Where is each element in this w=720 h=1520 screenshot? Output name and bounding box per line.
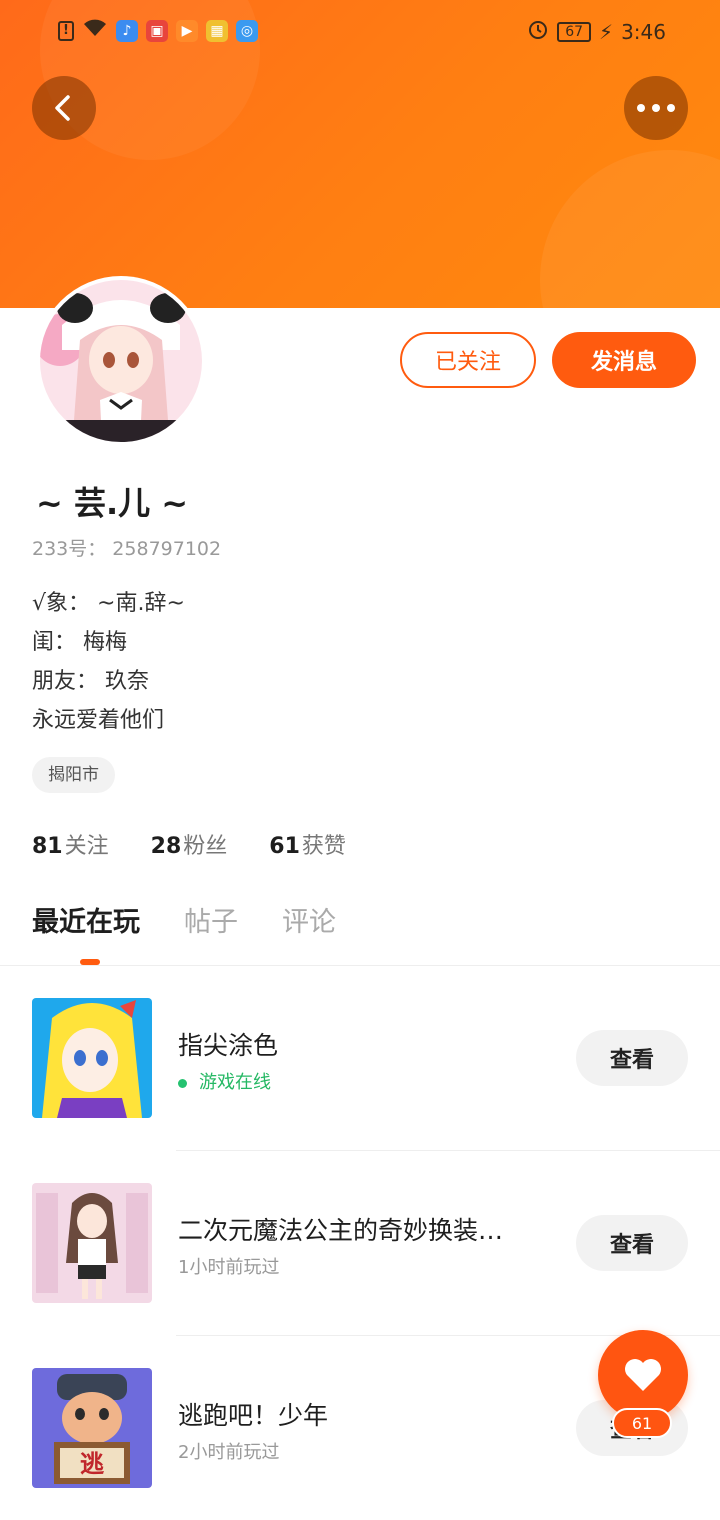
list-item[interactable]: 指尖涂色 游戏在线 查看: [0, 998, 720, 1118]
stat-number: 61: [269, 834, 300, 859]
divider: [0, 965, 720, 966]
game-title: 逃跑吧！少年: [178, 1401, 329, 1430]
bio-line: √象： ~南.辞~: [32, 591, 185, 616]
location-tag: 揭阳市: [32, 757, 115, 793]
list-item[interactable]: 二次元魔法公主的奇妙换装… 1小时前玩过 查看: [0, 1183, 720, 1303]
bio-line: 朋友： 玖奈: [32, 669, 149, 694]
avatar[interactable]: [36, 276, 206, 446]
divider: [176, 1150, 720, 1151]
tab-posts[interactable]: 帖子: [184, 900, 238, 939]
view-button[interactable]: 查看: [576, 1215, 688, 1271]
last-played-text: 2小时前玩过: [178, 1442, 280, 1463]
last-played-text: 1小时前玩过: [178, 1257, 280, 1278]
profile-bio: √象： ~南.辞~ 闺： 梅梅 朋友： 玖奈 永远爱着他们: [32, 584, 185, 740]
game-status: 游戏在线: [178, 1068, 271, 1094]
bio-line: 永远爱着他们: [32, 708, 165, 733]
charging-icon: ⚡: [599, 19, 614, 44]
stat-label: 获赞: [301, 834, 346, 859]
game-sign-text: 逃: [80, 1450, 104, 1478]
stat-label: 关注: [64, 834, 109, 859]
more-options-button[interactable]: [624, 76, 688, 140]
online-dot-icon: [178, 1078, 187, 1088]
profile-tabs: 最近在玩 帖子 评论: [32, 900, 336, 939]
back-button[interactable]: [32, 76, 96, 140]
followed-button[interactable]: 已关注: [400, 332, 536, 388]
stat-likes[interactable]: 61获赞: [269, 828, 346, 860]
stat-fans[interactable]: 28粉丝: [151, 828, 228, 860]
send-message-button[interactable]: 发消息: [552, 332, 696, 388]
like-count-badge: 61: [612, 1408, 672, 1438]
music-app-icon: ♪: [116, 19, 138, 42]
game-thumbnail: [32, 1183, 152, 1303]
browser-app-icon: ◎: [236, 19, 258, 42]
bio-line: 闺： 梅梅: [32, 630, 127, 655]
tab-recent-playing[interactable]: 最近在玩: [32, 900, 140, 939]
stat-number: 28: [150, 834, 182, 859]
alarm-icon: [527, 18, 549, 45]
status-bar: ! ♪ ▣ ▶ ▦ ◎ 67 ⚡ 3:46: [0, 0, 720, 60]
play-app-icon: ▶: [176, 19, 198, 42]
game-title: 二次元魔法公主的奇妙换装…: [178, 1216, 504, 1245]
alert-icon: !: [58, 20, 74, 41]
profile-stats: 81关注 28粉丝 61获赞: [32, 828, 346, 860]
like-button[interactable]: [598, 1330, 688, 1420]
game-thumbnail: 逃: [32, 1368, 152, 1488]
anime-girl-avatar-image: [40, 280, 202, 442]
chevron-left-icon: [55, 95, 70, 121]
wifi-icon: [82, 18, 108, 43]
clock-time: 3:46: [621, 19, 666, 44]
battery-indicator: 67: [557, 21, 592, 42]
video-app-icon: ▣: [146, 19, 168, 42]
view-button[interactable]: 查看: [576, 1030, 688, 1086]
more-dots-icon: [637, 104, 675, 112]
profile-nickname: ~ 芸.儿 ~: [36, 484, 189, 522]
tab-comments[interactable]: 评论: [282, 900, 336, 939]
decor-circle: [540, 150, 720, 308]
stat-following[interactable]: 81关注: [32, 828, 109, 860]
stat-label: 粉丝: [183, 834, 228, 859]
store-app-icon: ▦: [206, 19, 228, 42]
heart-icon: [625, 1359, 661, 1391]
game-status-text: 游戏在线: [199, 1072, 271, 1093]
game-thumbnail: [32, 998, 152, 1118]
game-title: 指尖涂色: [178, 1031, 279, 1060]
profile-uid: 233号： 258797102: [32, 538, 222, 560]
stat-number: 81: [32, 834, 63, 859]
